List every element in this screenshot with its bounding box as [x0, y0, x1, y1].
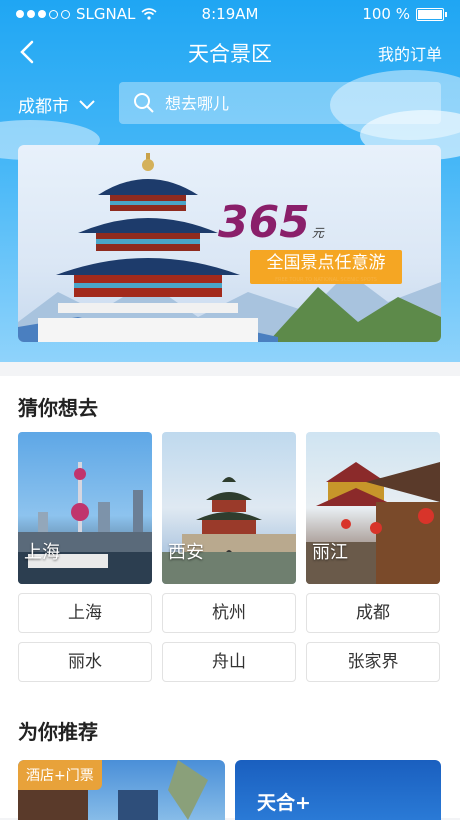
battery-status: 100 %: [362, 5, 447, 23]
battery-icon: [416, 7, 447, 21]
main-content: 猜你想去 上海 西安 丽江 上海 杭州 成都 丽水 舟山 张家界 为你推荐 酒店…: [0, 376, 460, 820]
city-button[interactable]: 舟山: [162, 642, 296, 682]
search-input[interactable]: [163, 92, 427, 114]
recommend-card-title: 天合+: [257, 792, 311, 814]
my-orders-link[interactable]: 我的订单: [378, 41, 442, 65]
destination-label: 上海: [24, 542, 60, 563]
search-icon: [134, 93, 154, 113]
destination-label: 丽江: [312, 542, 348, 563]
destination-label: 西安: [168, 542, 204, 563]
package-tag: 酒店+门票: [18, 760, 102, 790]
city-button[interactable]: 丽水: [18, 642, 152, 682]
destination-card-lijiang[interactable]: 丽江: [306, 432, 440, 584]
search-bar[interactable]: [119, 82, 441, 124]
city-name: 成都市: [18, 97, 69, 117]
status-bar: SLGNAL 8:19AM 100 %: [0, 0, 460, 28]
destination-card-shanghai[interactable]: 上海: [18, 432, 152, 584]
nav-bar: 天合景区 我的订单: [0, 32, 460, 72]
promo-banner[interactable]: 365 元 全国景点任意游 FREE TOUR TO NATIONAL SCENI…: [18, 145, 441, 342]
battery-text: 100 %: [362, 5, 410, 23]
recommend-card-hotel-ticket[interactable]: 酒店+门票: [18, 760, 225, 820]
destination-card-xian[interactable]: 西安: [162, 432, 296, 584]
recommend-card-tianhe-plus[interactable]: 天合+: [235, 760, 441, 820]
price-text: 365 元: [218, 197, 324, 248]
city-button[interactable]: 上海: [18, 593, 152, 633]
guess-section-title: 猜你想去: [18, 396, 98, 420]
promo-badge: 全国景点任意游 FREE TOUR TO NATIONAL SCENIC SPO…: [250, 250, 402, 284]
city-selector[interactable]: 成都市: [18, 92, 95, 117]
header: SLGNAL 8:19AM 100 % 天合景区 我的订单 成都市 想去哪儿 3…: [0, 0, 460, 362]
city-button[interactable]: 成都: [306, 593, 440, 633]
city-button[interactable]: 张家界: [306, 642, 440, 682]
recommend-section-title: 为你推荐: [18, 720, 98, 744]
city-button[interactable]: 杭州: [162, 593, 296, 633]
chevron-down-icon: [79, 99, 95, 109]
